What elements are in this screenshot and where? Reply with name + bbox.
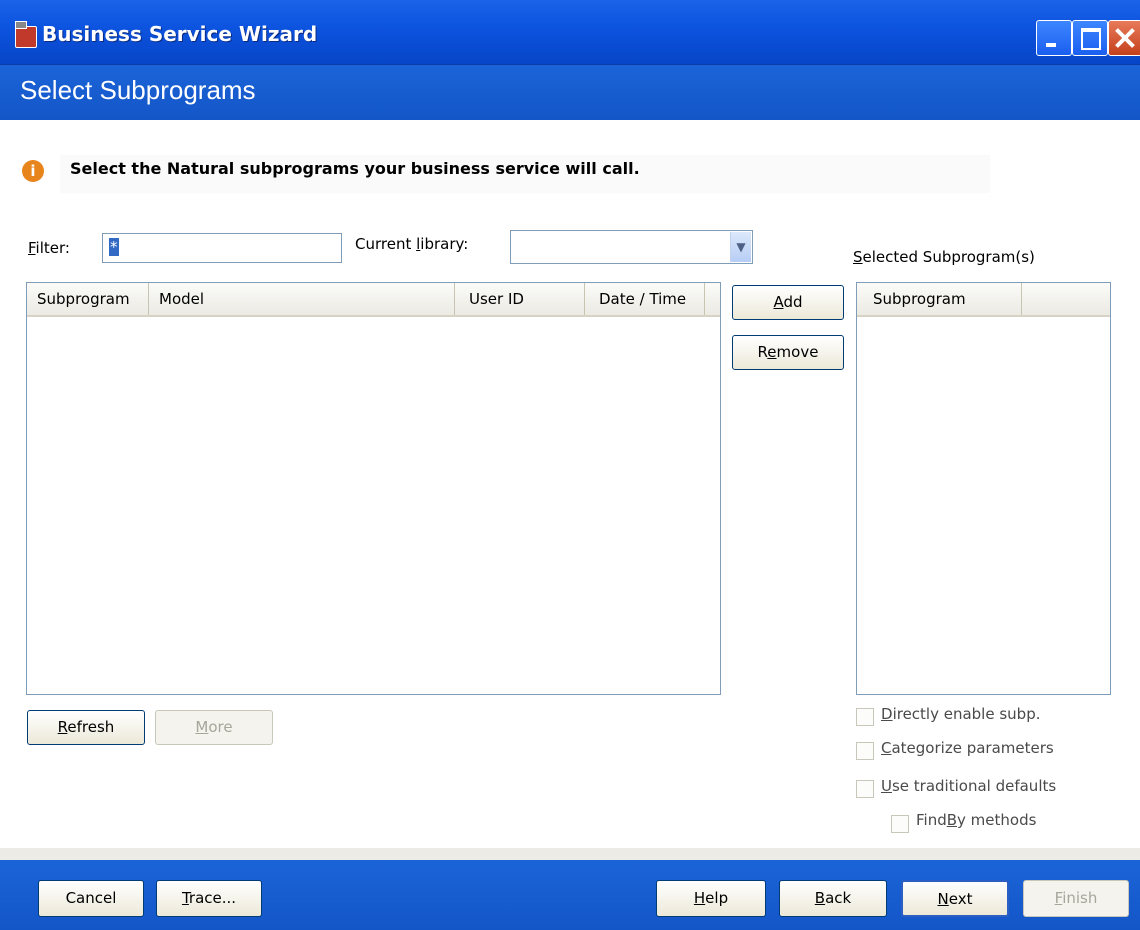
- window-title: Business Service Wizard: [42, 22, 318, 46]
- directly-enable-checkbox[interactable]: [856, 708, 874, 726]
- next-button[interactable]: Next: [901, 880, 1009, 917]
- info-icon: i: [22, 160, 44, 182]
- library-combo[interactable]: ▼: [510, 230, 753, 264]
- close-button[interactable]: [1108, 20, 1140, 56]
- filter-label: Filter:: [28, 239, 70, 257]
- help-button[interactable]: Help: [656, 880, 766, 917]
- library-label: Current library:: [355, 235, 469, 253]
- app-icon[interactable]: [15, 21, 37, 48]
- back-button[interactable]: Back: [779, 880, 887, 917]
- column-date-time[interactable]: Date / Time: [585, 283, 705, 315]
- add-button[interactable]: Add: [732, 285, 844, 320]
- traditional-defaults-label: Use traditional defaults: [881, 777, 1057, 795]
- column-model[interactable]: Model: [149, 283, 455, 315]
- minimize-button[interactable]: [1036, 20, 1072, 56]
- list-header: Subprogram Model User ID Date / Time: [27, 283, 720, 317]
- column-subprogram[interactable]: Subprogram: [27, 283, 149, 315]
- footer-separator: [0, 848, 1140, 860]
- directly-enable-label: Directly enable subp.: [881, 705, 1041, 723]
- selected-subprograms-list[interactable]: Subprogram: [856, 282, 1111, 695]
- trace-button[interactable]: Trace...: [156, 880, 262, 917]
- cancel-button[interactable]: Cancel: [38, 880, 144, 917]
- info-message: Select the Natural subprograms your busi…: [70, 159, 640, 178]
- categorize-checkbox[interactable]: [856, 742, 874, 760]
- list-header: Subprogram: [857, 283, 1110, 317]
- traditional-defaults-checkbox[interactable]: [856, 780, 874, 798]
- finish-button[interactable]: Finish: [1023, 880, 1129, 917]
- more-button[interactable]: More: [155, 710, 273, 745]
- categorize-label: Categorize parameters: [881, 739, 1054, 757]
- column-user-id[interactable]: User ID: [455, 283, 585, 315]
- remove-button[interactable]: Remove: [732, 335, 844, 370]
- selected-subprograms-label: Selected Subprogram(s): [853, 248, 1035, 266]
- findby-label: FindBy methods: [916, 811, 1037, 829]
- chevron-down-icon[interactable]: ▼: [730, 232, 751, 262]
- column-subprogram[interactable]: Subprogram: [857, 283, 1022, 315]
- maximize-button[interactable]: [1072, 20, 1108, 56]
- refresh-button[interactable]: Refresh: [27, 710, 145, 745]
- filter-value: *: [109, 238, 119, 256]
- available-subprograms-list[interactable]: Subprogram Model User ID Date / Time: [26, 282, 721, 695]
- page-title: Select Subprograms: [20, 75, 256, 105]
- findby-checkbox[interactable]: [891, 815, 909, 833]
- title-bar[interactable]: Business Service Wizard: [0, 0, 1140, 65]
- filter-input[interactable]: *: [102, 233, 342, 263]
- wizard-header: Select Subprograms: [0, 65, 1140, 120]
